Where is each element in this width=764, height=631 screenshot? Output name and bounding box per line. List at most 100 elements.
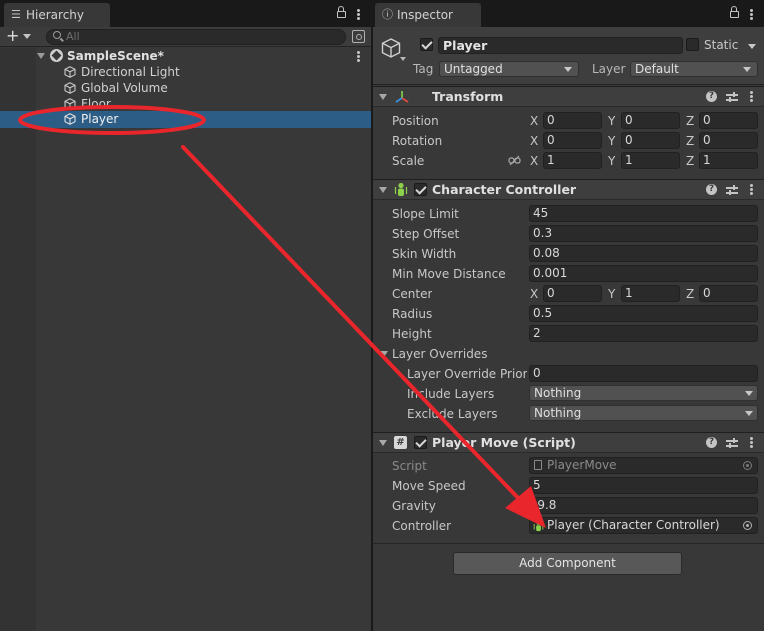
step-offset-label: Step Offset (392, 227, 460, 241)
exclude-layers-dropdown[interactable]: Nothing (529, 405, 758, 421)
help-icon[interactable]: ? (706, 184, 717, 195)
hierarchy-item-label: Global Volume (81, 81, 168, 95)
axis-x-label: X (530, 154, 539, 168)
chevron-down-icon (743, 67, 751, 72)
kebab-menu-icon[interactable] (750, 437, 753, 440)
min-move-distance-field[interactable]: 0.001 (529, 265, 758, 282)
layer-value: Default (635, 62, 679, 76)
center-x-field[interactable]: 0 (543, 285, 602, 302)
controller-field[interactable]: Player (Character Controller) (529, 517, 758, 534)
lock-icon[interactable] (337, 6, 346, 18)
static-checkbox[interactable] (686, 38, 699, 51)
gameobject-cube-icon (64, 66, 76, 78)
presets-icon[interactable] (726, 184, 738, 196)
skin-width-field[interactable]: 0.08 (529, 245, 758, 262)
lock-icon[interactable] (730, 6, 739, 18)
skin-width-label: Skin Width (392, 247, 457, 261)
tag-dropdown[interactable]: Untagged (439, 61, 579, 77)
kebab-menu-icon[interactable] (357, 51, 360, 54)
hierarchy-item-floor[interactable]: Floor (0, 96, 371, 108)
rotation-y-field[interactable]: 0 (621, 132, 680, 149)
chevron-down-icon[interactable] (379, 440, 387, 446)
scene-row[interactable]: SampleScene* (0, 48, 371, 64)
hierarchy-search-input[interactable]: All (46, 29, 346, 45)
rotation-z-field[interactable]: 0 (699, 132, 758, 149)
search-placeholder: All (66, 30, 80, 43)
inspector-tab-bar: ⓘ Inspector (373, 0, 764, 27)
transform-title: Transform (432, 89, 504, 104)
move-speed-field[interactable]: 5 (529, 477, 758, 494)
radius-label: Radius (392, 307, 433, 321)
rotation-x-field[interactable]: 0 (543, 132, 602, 149)
chevron-down-icon[interactable] (380, 351, 388, 357)
search-icon (53, 31, 61, 39)
tag-label: Tag (413, 62, 434, 76)
object-picker-icon[interactable] (743, 521, 752, 530)
player-move-header[interactable]: # Player Move (Script) ? (373, 432, 764, 453)
position-x-field[interactable]: 0 (543, 112, 602, 129)
unlink-icon[interactable] (508, 155, 521, 166)
chevron-down-icon[interactable] (400, 57, 406, 61)
layer-override-priority-field[interactable]: 0 (529, 365, 758, 382)
chevron-down-icon[interactable] (379, 187, 387, 193)
slope-limit-field[interactable]: 45 (529, 205, 758, 222)
position-z-field[interactable]: 0 (699, 112, 758, 129)
tag-value: Untagged (444, 62, 503, 76)
help-icon[interactable]: ? (706, 437, 717, 448)
list-icon: ☰ (11, 8, 21, 21)
position-y-field[interactable]: 0 (621, 112, 680, 129)
hierarchy-item-player[interactable]: Player (0, 111, 371, 128)
scale-x-field[interactable]: 1 (543, 152, 602, 169)
player-move-enabled-checkbox[interactable] (414, 436, 427, 449)
center-y-field[interactable]: 1 (621, 285, 680, 302)
layer-overrides-label[interactable]: Layer Overrides (392, 346, 487, 362)
axis-y-label: Y (608, 287, 616, 301)
center-label: Center (392, 287, 433, 301)
axis-z-label: Z (686, 134, 695, 148)
include-layers-label: Include Layers (407, 387, 495, 401)
chevron-down-icon (564, 67, 572, 72)
scale-y-field[interactable]: 1 (621, 152, 680, 169)
tab-inspector[interactable]: ⓘ Inspector (375, 3, 481, 27)
kebab-menu-icon[interactable] (357, 9, 360, 12)
chevron-down-icon[interactable] (748, 44, 756, 49)
add-component-button[interactable]: Add Component (453, 552, 682, 575)
object-name-field[interactable]: Player (438, 37, 683, 54)
axis-y-label: Y (608, 114, 616, 128)
script-hash-icon: # (394, 436, 407, 449)
gravity-field[interactable]: -9.8 (529, 497, 758, 514)
character-controller-title: Character Controller (432, 182, 577, 197)
scale-z-field[interactable]: 1 (699, 152, 758, 169)
add-object-button[interactable]: + (6, 28, 36, 45)
character-controller-enabled-checkbox[interactable] (414, 183, 427, 196)
include-layers-dropdown[interactable]: Nothing (529, 385, 758, 401)
hierarchy-toolbar: + All (0, 27, 371, 47)
transform-header[interactable]: Transform ? (373, 86, 764, 107)
kebab-menu-icon[interactable] (750, 91, 753, 94)
hierarchy-panel: ☰ Hierarchy + All SampleScene* Direction… (0, 0, 371, 631)
kebab-menu-icon[interactable] (750, 9, 753, 12)
chevron-down-icon[interactable] (379, 94, 387, 100)
object-active-checkbox[interactable] (420, 38, 433, 51)
layer-dropdown[interactable]: Default (630, 61, 758, 77)
character-controller-header[interactable]: Character Controller ? (373, 179, 764, 200)
height-field[interactable]: 2 (529, 325, 758, 342)
tab-inspector-label: Inspector (397, 8, 453, 22)
presets-icon[interactable] (726, 437, 738, 449)
min-move-distance-label: Min Move Distance (392, 267, 506, 281)
axis-x-label: X (530, 114, 539, 128)
step-offset-field[interactable]: 0.3 (529, 225, 758, 242)
radius-field[interactable]: 0.5 (529, 305, 758, 322)
scene-name: SampleScene* (67, 49, 164, 63)
hierarchy-item-global-volume[interactable]: Global Volume (0, 80, 371, 96)
chevron-down-icon[interactable] (37, 53, 45, 59)
center-z-field[interactable]: 0 (699, 285, 758, 302)
kebab-menu-icon[interactable] (750, 184, 753, 187)
help-icon[interactable]: ? (706, 91, 717, 102)
presets-icon[interactable] (726, 91, 738, 103)
hierarchy-item-directional-light[interactable]: Directional Light (0, 64, 371, 80)
gameobject-cube-icon[interactable] (380, 37, 402, 59)
tab-hierarchy[interactable]: ☰ Hierarchy (4, 3, 110, 27)
scene-visibility-icon[interactable] (352, 30, 365, 43)
controller-value: Player (Character Controller) (547, 518, 720, 532)
